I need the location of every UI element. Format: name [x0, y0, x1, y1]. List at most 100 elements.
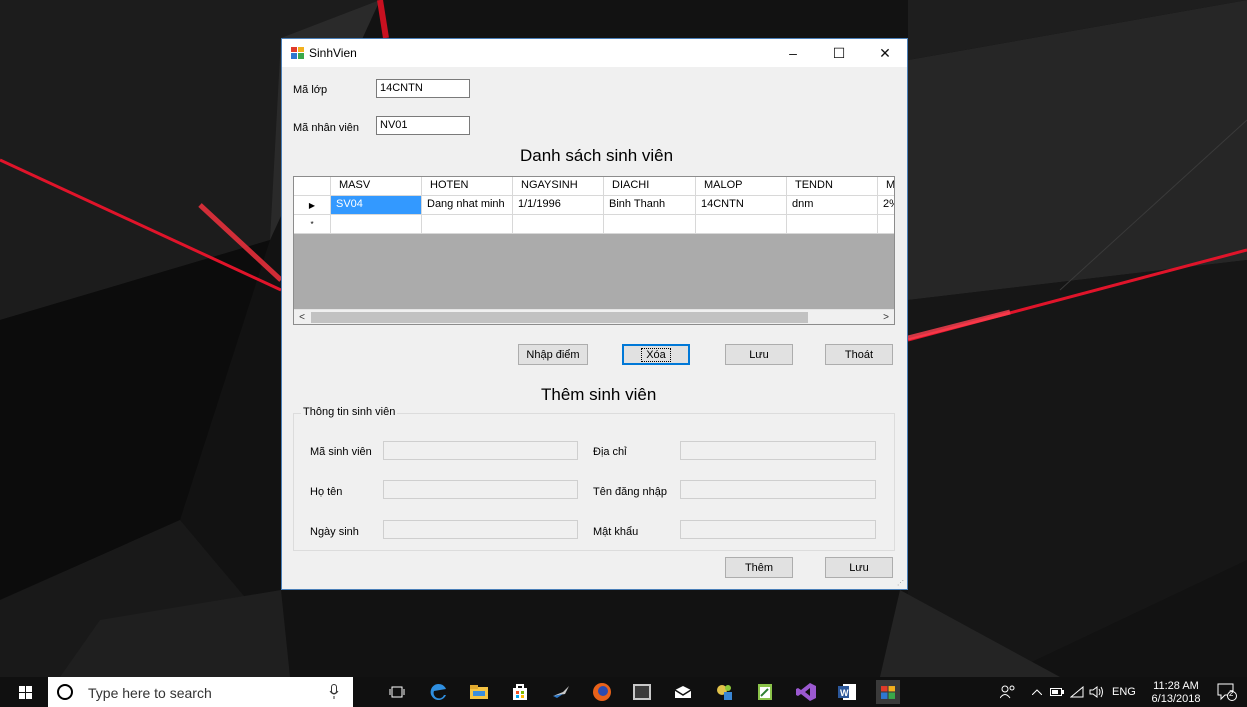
people-icon[interactable] — [1000, 677, 1016, 707]
taskbar: Type here to search W ENG 11:28 AM 6/13/… — [0, 677, 1247, 707]
name-input[interactable] — [383, 480, 578, 499]
grid-cell-m[interactable]: 2% — [878, 196, 894, 215]
student-info-legend: Thông tin sinh viên — [301, 406, 398, 418]
save-student-label: Lưu — [849, 561, 869, 574]
notification-count: 2 — [1229, 689, 1234, 698]
new-row-cell[interactable] — [696, 215, 787, 234]
new-row-cell[interactable] — [331, 215, 422, 234]
visual-studio-icon[interactable] — [796, 682, 816, 702]
staff-label: Mã nhân viên — [293, 122, 360, 134]
horizontal-scrollbar[interactable]: < > — [294, 309, 894, 324]
grid-cell-hoten[interactable]: Dang nhat minh — [422, 196, 513, 215]
grid-cell-tendn[interactable]: dnm — [787, 196, 878, 215]
firefox-icon[interactable] — [592, 682, 612, 702]
resize-grip-icon[interactable]: ⋰ — [897, 579, 905, 587]
app-icon[interactable] — [632, 682, 652, 702]
staff-input[interactable]: NV01 — [376, 116, 470, 135]
new-row-indicator[interactable]: * — [294, 215, 331, 234]
student-id-label: Mã sinh viên — [310, 446, 372, 458]
store-icon[interactable] — [510, 682, 530, 702]
column-header-m[interactable]: M — [878, 177, 894, 196]
scrollbar-thumb[interactable] — [311, 312, 808, 323]
mail-icon[interactable] — [673, 682, 693, 702]
dob-input[interactable] — [383, 520, 578, 539]
address-label: Địa chỉ — [593, 446, 627, 458]
chevron-up-icon[interactable] — [1032, 677, 1042, 707]
microphone-icon[interactable] — [329, 684, 339, 700]
list-heading: Danh sách sinh viên — [520, 146, 674, 165]
column-header-diachi[interactable]: DIACHI — [604, 177, 696, 196]
enter-grades-button[interactable]: Nhập điểm — [518, 344, 588, 365]
sinhvien-window: SinhVien – ☐ ✕ Mã lớp 14CNTN Mã nhân viê… — [281, 38, 908, 590]
grid-cell-diachi[interactable]: Binh Thanh — [604, 196, 696, 215]
wifi-icon[interactable] — [1070, 677, 1084, 707]
close-button[interactable]: ✕ — [862, 39, 908, 67]
new-row-cell[interactable] — [787, 215, 878, 234]
battery-icon[interactable] — [1050, 677, 1064, 707]
file-explorer-icon[interactable] — [469, 682, 489, 702]
column-header-malop[interactable]: MALOP — [696, 177, 787, 196]
notifications-icon[interactable]: 2 — [1217, 677, 1237, 707]
password-input[interactable] — [680, 520, 876, 539]
exit-label: Thoát — [844, 348, 874, 361]
column-header-ngaysinh[interactable]: NGAYSINH — [513, 177, 604, 196]
new-row-cell[interactable] — [422, 215, 513, 234]
grid-corner-cell[interactable] — [294, 177, 331, 196]
column-header-tendn[interactable]: TENDN — [787, 177, 878, 196]
grid-header-row: MASV HOTEN NGAYSINH DIACHI MALOP TENDN M — [294, 177, 894, 196]
grid-cell-ngaysinh[interactable]: 1/1/1996 — [513, 196, 604, 215]
save-label: Lưu — [749, 348, 769, 361]
notepad-icon[interactable] — [755, 682, 775, 702]
add-label: Thêm — [744, 561, 774, 574]
student-id-input[interactable] — [383, 441, 578, 460]
windows-start-icon[interactable] — [19, 686, 32, 699]
class-input[interactable]: 14CNTN — [376, 79, 470, 98]
class-label: Mã lớp — [293, 84, 328, 96]
delete-button[interactable]: Xóa — [622, 344, 690, 365]
grid-cell-malop[interactable]: 14CNTN — [696, 196, 787, 215]
save-student-button[interactable]: Lưu — [825, 557, 893, 578]
app-icon — [291, 47, 304, 59]
clock-date: 6/13/2018 — [1151, 693, 1201, 705]
add-button[interactable]: Thêm — [725, 557, 793, 578]
scroll-left-icon[interactable]: < — [294, 310, 310, 324]
cortana-icon[interactable] — [57, 684, 73, 700]
add-heading: Thêm sinh viên — [541, 385, 657, 404]
table-row[interactable]: ▶ SV04 Dang nhat minh 1/1/1996 Binh Than… — [294, 196, 894, 215]
student-grid[interactable]: MASV HOTEN NGAYSINH DIACHI MALOP TENDN M… — [293, 176, 895, 325]
save-button[interactable]: Lưu — [725, 344, 793, 365]
new-row-cell[interactable] — [513, 215, 604, 234]
username-input[interactable] — [680, 480, 876, 499]
taskbar-search-box[interactable]: Type here to search — [48, 677, 353, 707]
dob-label: Ngày sinh — [310, 526, 359, 538]
password-label: Mật khẩu — [593, 526, 639, 538]
exit-button[interactable]: Thoát — [825, 344, 893, 365]
column-header-masv[interactable]: MASV — [331, 177, 422, 196]
address-input[interactable] — [680, 441, 876, 460]
task-view-icon[interactable] — [387, 682, 407, 702]
word-icon[interactable]: W — [837, 682, 857, 702]
paint-icon[interactable] — [714, 682, 734, 702]
scroll-right-icon[interactable]: > — [878, 310, 894, 324]
name-label: Họ tên — [310, 486, 343, 498]
new-row-cell[interactable] — [604, 215, 696, 234]
new-row[interactable]: * — [294, 215, 894, 234]
svg-text:W: W — [840, 688, 849, 698]
enter-grades-label: Nhập điểm — [526, 348, 580, 361]
grid-cell-masv[interactable]: SV04 — [331, 196, 422, 215]
current-row-indicator[interactable]: ▶ — [294, 196, 331, 215]
new-row-cell[interactable] — [878, 215, 894, 234]
username-label: Tên đăng nhập — [593, 486, 668, 498]
clock[interactable]: 11:28 AM 6/13/2018 — [1150, 680, 1202, 706]
search-placeholder: Type here to search — [88, 685, 212, 701]
clock-time: 11:28 AM — [1153, 680, 1199, 692]
sql-icon[interactable] — [551, 682, 571, 702]
edge-icon[interactable] — [429, 682, 449, 702]
title-bar[interactable]: SinhVien – ☐ ✕ — [282, 39, 907, 67]
volume-icon[interactable] — [1089, 677, 1105, 707]
minimize-button[interactable]: – — [770, 39, 816, 67]
language-indicator[interactable]: ENG — [1112, 677, 1136, 707]
winforms-app-icon[interactable] — [876, 680, 900, 704]
column-header-hoten[interactable]: HOTEN — [422, 177, 513, 196]
maximize-button[interactable]: ☐ — [816, 39, 862, 67]
